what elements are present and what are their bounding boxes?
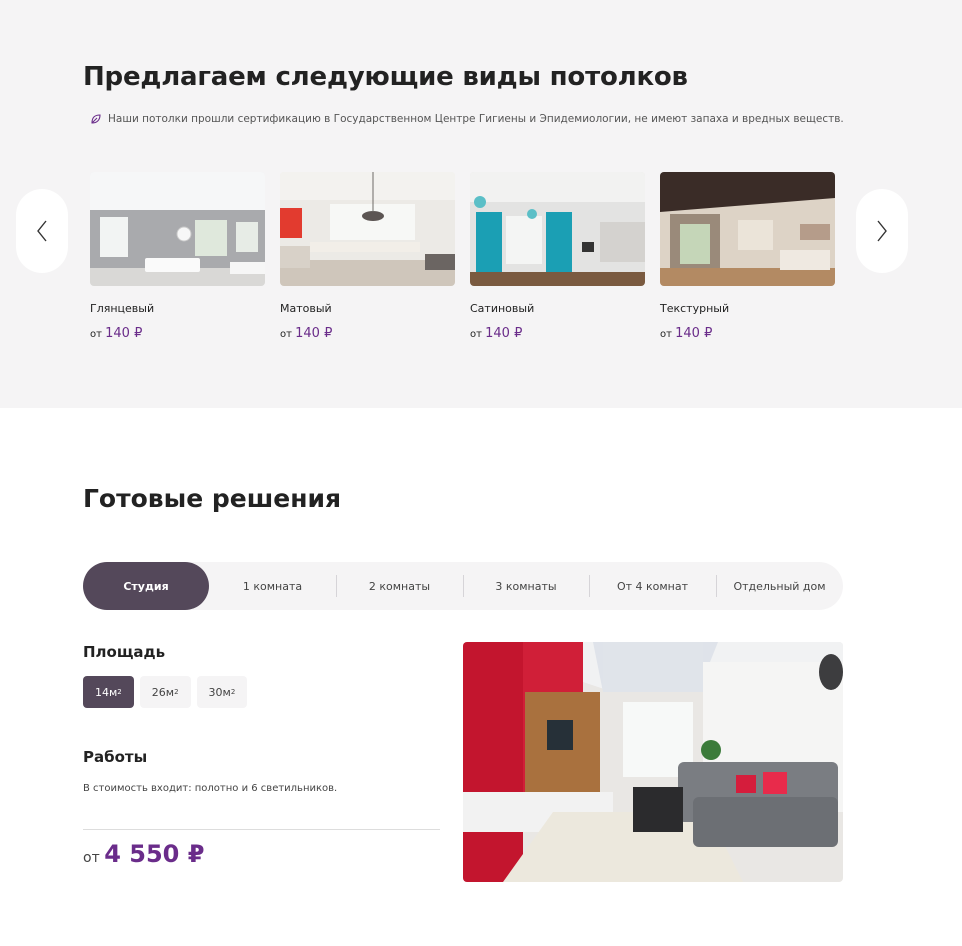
ceiling-title: Глянцевый	[90, 302, 155, 315]
carousel-next-button[interactable]	[856, 189, 908, 273]
area-option-30[interactable]: 30м 2	[196, 676, 248, 708]
ceiling-card-satin[interactable]: Сатиновый от 140 ₽	[470, 172, 645, 341]
tab-studio[interactable]: Студия	[83, 562, 209, 610]
works-label: Работы	[83, 748, 148, 766]
ceiling-title: Сатиновый	[470, 302, 535, 315]
tab-2-rooms[interactable]: 2 комнаты	[336, 562, 463, 610]
ceiling-card-textured[interactable]: Текстурный от 140 ₽	[660, 172, 835, 341]
ceiling-photo-matte	[280, 172, 455, 286]
chevron-right-icon	[877, 220, 887, 242]
total-amount: 4 550 ₽	[104, 840, 205, 868]
works-description: В стоимость входит: полотно и 6 светильн…	[83, 783, 338, 794]
area-options: 14м 2 26м 2 30м 2	[83, 676, 248, 708]
area-option-14[interactable]: 14м 2	[83, 676, 134, 708]
ceiling-types-section: Предлагаем следующие виды потолков Наши …	[0, 0, 962, 408]
ceiling-photo-satin	[470, 172, 645, 286]
ceiling-title: Матовый	[280, 302, 332, 315]
ceiling-price: от 140 ₽	[660, 326, 713, 341]
ceiling-photo-textured	[660, 172, 835, 286]
total-prefix: от	[83, 850, 100, 866]
ceiling-card-matte[interactable]: Матовый от 140 ₽	[280, 172, 455, 341]
tab-3-rooms[interactable]: 3 комнаты	[463, 562, 589, 610]
solution-photo	[463, 642, 843, 882]
ceiling-title: Текстурный	[660, 302, 730, 315]
ceiling-price: от 140 ₽	[280, 326, 333, 341]
certification-text: Наши потолки прошли сертификацию в Госуд…	[108, 113, 844, 125]
room-type-tabs: Студия 1 комната 2 комнаты 3 комнаты От …	[83, 562, 843, 610]
ceiling-price: от 140 ₽	[470, 326, 523, 341]
chevron-left-icon	[37, 220, 47, 242]
certification-note: Наши потолки прошли сертификацию в Госуд…	[90, 113, 844, 125]
tab-4-plus-rooms[interactable]: От 4 комнат	[589, 562, 716, 610]
tab-1-room[interactable]: 1 комната	[209, 562, 336, 610]
carousel-prev-button[interactable]	[16, 189, 68, 273]
area-option-26[interactable]: 26м 2	[139, 676, 191, 708]
section-title: Предлагаем следующие виды потолков	[83, 62, 688, 92]
ceiling-price: от 140 ₽	[90, 326, 143, 341]
total-price: от 4 550 ₽	[83, 840, 204, 868]
leaf-icon	[91, 114, 101, 124]
divider	[83, 829, 440, 830]
ceiling-card-glossy[interactable]: Глянцевый от 140 ₽	[90, 172, 265, 341]
tab-house[interactable]: Отдельный дом	[716, 562, 843, 610]
ready-solutions-title: Готовые решения	[83, 484, 342, 513]
ceiling-photo-glossy	[90, 172, 265, 286]
area-label: Площадь	[83, 643, 166, 661]
